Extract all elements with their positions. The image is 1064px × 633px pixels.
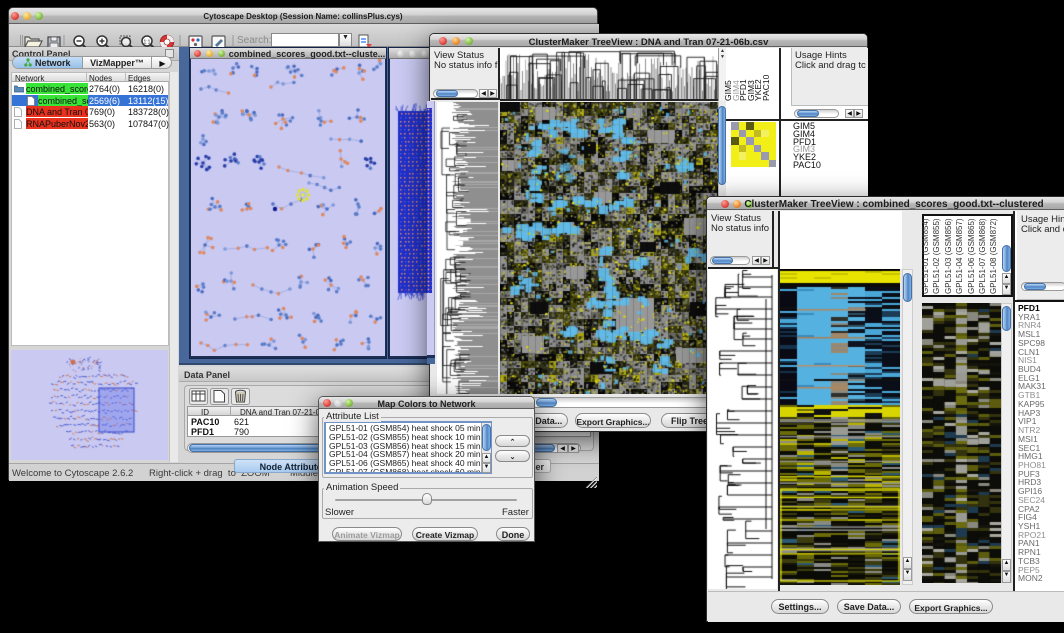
svg-text:1:1: 1:1 <box>144 40 151 46</box>
